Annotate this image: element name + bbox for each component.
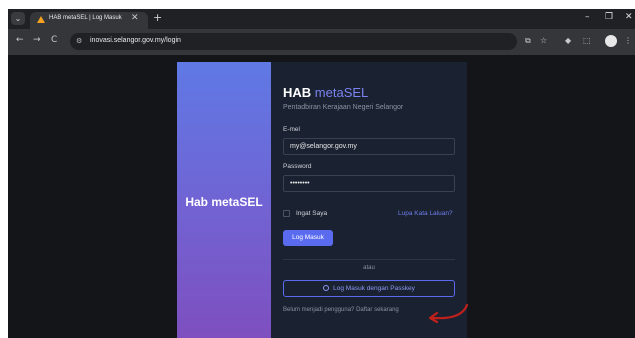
login-button[interactable]: Log Masuk (283, 230, 333, 246)
site-info-icon[interactable]: ⚙ (76, 37, 82, 45)
password-value: •••••••• (290, 180, 310, 187)
email-field[interactable]: my@selangor.gov.my (283, 138, 455, 155)
or-separator: atau (363, 265, 375, 271)
new-tab-icon[interactable]: + (153, 11, 162, 24)
bookmark-star-icon[interactable]: ☆ (540, 36, 547, 45)
window-close-icon[interactable]: ✕ (625, 12, 633, 22)
divider (283, 259, 455, 260)
browser-window: ⌄ HAB metaSEL | Log Masuk ✕ + – ❐ ✕ ← → … (8, 9, 635, 338)
remember-me-label[interactable]: Ingat Saya (296, 210, 327, 217)
login-card: HAB metaSEL Pentadbiran Kerajaan Negeri … (271, 62, 467, 338)
reload-icon[interactable]: C (51, 35, 57, 45)
passkey-button-content: Log Masuk dengan Passkey (284, 285, 454, 292)
passkey-login-button[interactable]: Log Masuk dengan Passkey (283, 280, 455, 297)
tab-title: HAB metaSEL | Log Masuk (49, 15, 122, 21)
register-link[interactable]: Daftar sekarang (356, 307, 399, 313)
back-icon[interactable]: ← (16, 35, 24, 45)
brand-accent: metaSEL (314, 85, 369, 100)
email-value: my@selangor.gov.my (290, 143, 357, 150)
page-viewport: Hab metaSEL HAB metaSEL Pentadbiran Kera… (8, 55, 635, 338)
page-title: HAB metaSEL (283, 85, 368, 100)
url-text[interactable]: inovasi.selangor.gov.my/login (90, 37, 181, 44)
annotation-arrow-icon (428, 303, 469, 324)
passkey-icon (323, 285, 330, 291)
page-subtitle: Pentadbiran Kerajaan Negeri Selangor (283, 104, 404, 111)
tab-strip: ⌄ HAB metaSEL | Log Masuk ✕ + – ❐ ✕ (8, 9, 635, 29)
cast-icon[interactable]: ⧉ (525, 36, 531, 46)
minimize-icon[interactable]: – (585, 12, 590, 22)
brand-panel: Hab metaSEL (177, 62, 271, 338)
password-label: Password (283, 163, 312, 170)
browser-toolbar: ← → C ⚙ inovasi.selangor.gov.my/login ⧉ … (8, 29, 635, 55)
passkey-button-label: Log Masuk dengan Passkey (333, 285, 415, 292)
extensions-puzzle-icon[interactable]: ⬚ (583, 36, 591, 45)
address-bar[interactable]: ⚙ inovasi.selangor.gov.my/login (70, 33, 517, 50)
maximize-icon[interactable]: ❐ (605, 12, 613, 22)
password-field[interactable]: •••••••• (283, 175, 455, 192)
register-prompt-text: Belum menjadi pengguna? (283, 307, 355, 313)
remember-me-checkbox[interactable] (283, 210, 290, 217)
email-label: E-mel (283, 126, 300, 133)
brand-bold: HAB (283, 85, 312, 100)
forward-icon[interactable]: → (33, 35, 41, 45)
brand-panel-title: Hab metaSEL (185, 195, 263, 209)
extension-icon[interactable]: ◆ (565, 36, 571, 45)
browser-tab[interactable]: HAB metaSEL | Log Masuk ✕ (30, 12, 148, 29)
register-prompt: Belum menjadi pengguna? Daftar sekarang (283, 307, 399, 313)
favicon-icon (37, 16, 45, 23)
tab-close-icon[interactable]: ✕ (131, 13, 139, 23)
tab-search-icon[interactable]: ⌄ (11, 12, 25, 25)
forgot-password-link[interactable]: Lupa Kata Laluan? (398, 210, 453, 217)
profile-avatar[interactable] (605, 35, 617, 47)
more-menu-icon[interactable]: ⋮ (624, 36, 632, 45)
